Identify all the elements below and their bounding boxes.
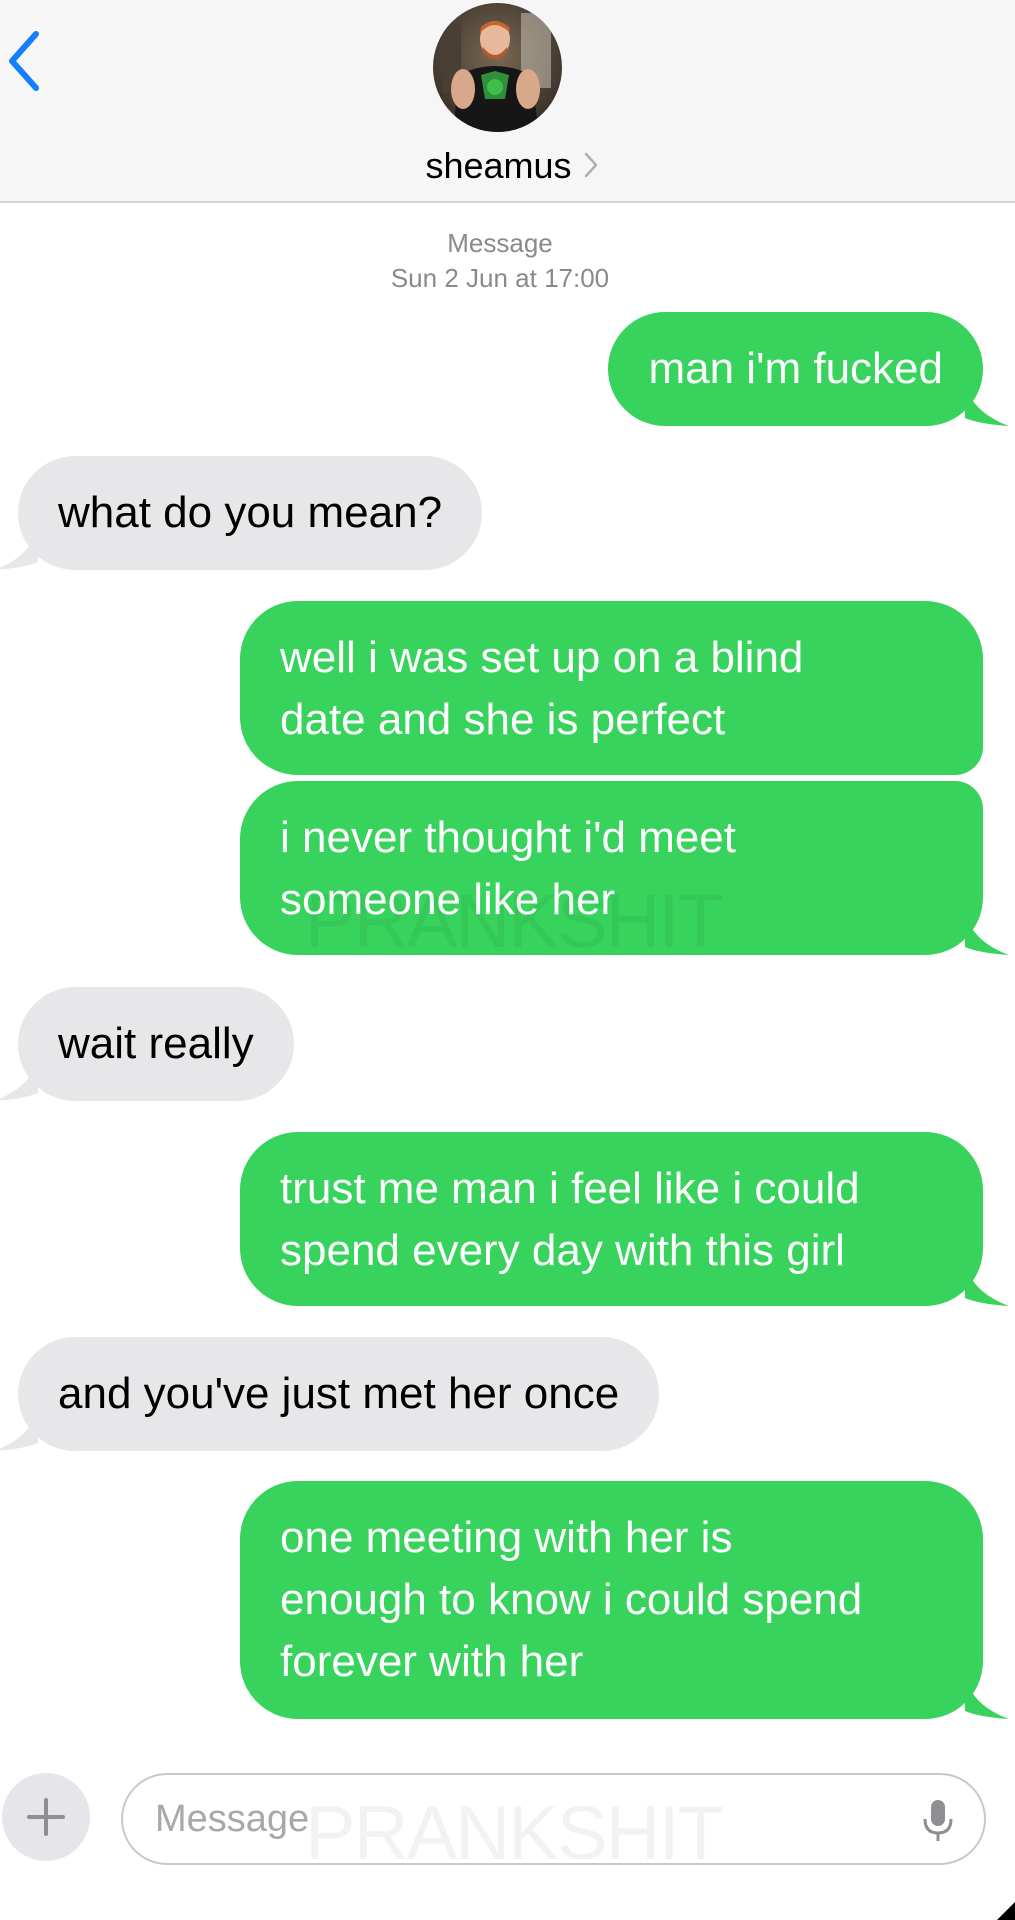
bubble-tail [965,1675,1009,1719]
bubble-tail [965,911,1009,955]
message-text: what do you mean? [58,488,443,537]
received-message-bubble[interactable]: what do you mean? [0,456,483,570]
sent-message-bubble[interactable]: one meeting with her is enough to know i… [240,1481,1009,1719]
bubble-tail [965,382,1009,426]
message-text: trust me man i feel like i could spend e… [280,1164,860,1275]
received-message-bubble[interactable]: wait really [0,987,294,1101]
contact-name-row[interactable]: sheamus [0,140,1015,192]
back-button[interactable] [0,20,60,100]
contact-name: sheamus [425,145,572,186]
contact-photo-icon [433,3,562,132]
message-text: man i'm fucked [648,344,943,393]
timestamp-label: Message [447,228,553,258]
avatar[interactable] [433,3,562,132]
chevron-right-icon [584,153,597,178]
screen-corner [997,1902,1015,1920]
microphone-icon[interactable] [922,1799,954,1843]
add-attachment-button[interactable] [2,1773,90,1861]
message-input[interactable] [155,1775,915,1863]
bubble-tail [0,526,38,570]
conversation-header: sheamus [0,0,1015,203]
message-text: and you've just met her once [58,1369,620,1418]
plus-icon [27,1798,65,1836]
sent-message-bubble[interactable]: i never thought i'd meet someone like he… [240,781,1009,955]
bubble-tail [0,1407,38,1451]
message-text: well i was set up on a blind date and sh… [280,633,804,744]
sent-message-bubble[interactable]: man i'm fucked [608,312,1009,426]
received-message-bubble[interactable]: and you've just met her once [0,1337,660,1451]
message-input-field[interactable] [121,1773,986,1865]
message-text: wait really [58,1019,254,1068]
bubble-tail [965,1262,1009,1306]
sent-message-bubble[interactable]: well i was set up on a blind date and sh… [240,601,983,775]
conversation-timestamp: Message Sun 2 Jun at 17:00 [0,226,1000,296]
message-text: one meeting with her is enough to know i… [280,1513,863,1686]
timestamp-date: Sun 2 Jun at 17:00 [390,263,610,293]
sent-message-bubble[interactable]: trust me man i feel like i could spend e… [240,1132,1009,1306]
message-text: i never thought i'd meet someone like he… [280,813,737,924]
chevron-left-icon [9,31,39,91]
bubble-tail [0,1057,38,1101]
